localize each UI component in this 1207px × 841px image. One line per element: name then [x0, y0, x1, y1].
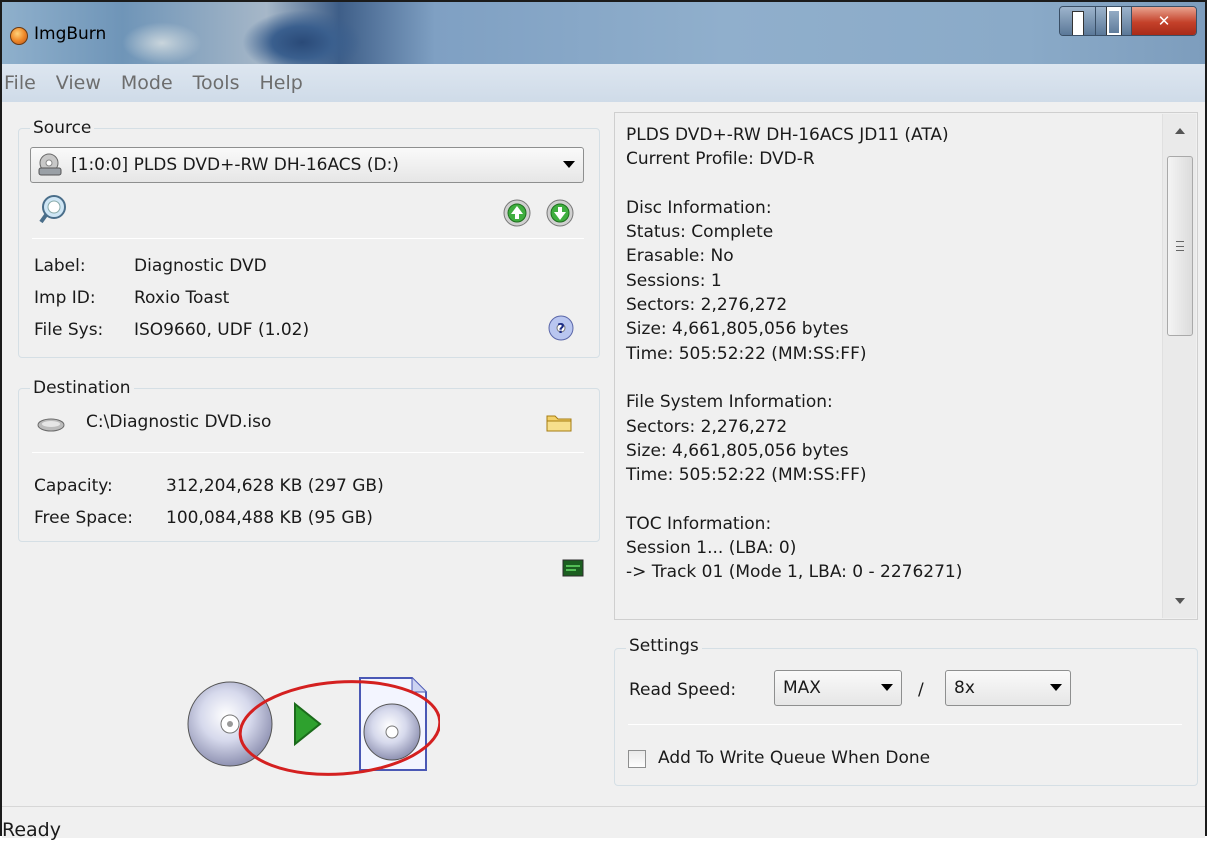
- window-controls: ✕: [1059, 6, 1197, 36]
- search-icon[interactable]: [38, 194, 70, 224]
- menu-tools[interactable]: Tools: [193, 72, 240, 94]
- chevron-down-icon: [563, 161, 575, 168]
- capacity-value: 312,204,628 KB (297 GB): [166, 476, 384, 496]
- info-line: Sectors: 2,276,272: [626, 416, 788, 437]
- source-disc-icon[interactable]: [187, 681, 273, 767]
- title-bar-decoration: [122, 22, 202, 64]
- hard-drive-icon: [37, 418, 65, 432]
- read-speed-value: MAX: [783, 678, 821, 698]
- add-to-queue-checkbox[interactable]: [628, 750, 646, 768]
- info-scrollbar[interactable]: [1162, 114, 1196, 618]
- source-title: Source: [30, 118, 95, 138]
- title-bar[interactable]: ImgBurn ✕: [2, 2, 1205, 64]
- disc-info-box[interactable]: PLDS DVD+-RW DH-16ACS JD11 (ATA) Current…: [614, 112, 1198, 620]
- info-line: Size: 4,661,805,056 bytes: [626, 319, 849, 340]
- info-line: Current Profile: DVD-R: [626, 149, 815, 170]
- scroll-down-icon[interactable]: [1175, 598, 1185, 604]
- label-value: Diagnostic DVD: [134, 256, 267, 276]
- info-line: PLDS DVD+-RW DH-16ACS JD11 (ATA): [626, 125, 949, 145]
- info-line: Disc Information:: [626, 197, 772, 218]
- window-title: ImgBurn: [34, 24, 107, 44]
- image-file-icon[interactable]: [359, 677, 427, 771]
- minimize-button[interactable]: [1060, 7, 1096, 35]
- imgburn-window: ImgBurn ✕ File View Mode Tools Help Sour…: [0, 0, 1207, 841]
- info-line: File System Information:: [626, 392, 833, 413]
- maximize-icon: [1105, 7, 1122, 35]
- optical-drive-icon: [38, 153, 62, 176]
- file-sys-value: ISO9660, UDF (1.02): [134, 320, 310, 340]
- menu-help[interactable]: Help: [259, 72, 302, 94]
- info-line: Size: 4,661,805,056 bytes: [626, 440, 849, 461]
- read-speed-select[interactable]: MAX: [774, 670, 902, 706]
- free-space-key: Free Space:: [34, 508, 134, 528]
- info-line: [626, 172, 962, 196]
- status-bar: Ready: [2, 806, 1205, 841]
- destination-title: Destination: [30, 378, 134, 398]
- arrow-down-icon[interactable]: [545, 198, 575, 228]
- source-drive-value: [1:0:0] PLDS DVD+-RW DH-16ACS (D:): [71, 155, 399, 175]
- file-sys-key: File Sys:: [34, 320, 104, 340]
- add-to-queue-label[interactable]: Add To Write Queue When Done: [658, 748, 930, 768]
- settings-divider: [628, 724, 1182, 725]
- maximize-button[interactable]: [1096, 7, 1132, 35]
- speed-multiplier-select[interactable]: 8x: [945, 670, 1071, 706]
- read-action-graphic: [187, 677, 440, 776]
- info-line: Erasable: No: [626, 246, 734, 267]
- folder-icon[interactable]: [545, 410, 573, 434]
- label-key: Label:: [34, 256, 86, 276]
- speed-multiplier-value: 8x: [954, 678, 975, 698]
- info-line: Sessions: 1: [626, 270, 722, 291]
- info-line: Status: Complete: [626, 222, 774, 243]
- destination-divider: [32, 452, 584, 453]
- play-icon[interactable]: [294, 701, 322, 747]
- scroll-thumb[interactable]: [1167, 156, 1193, 336]
- close-icon: ✕: [1157, 12, 1171, 30]
- menu-file[interactable]: File: [4, 72, 36, 94]
- menu-view[interactable]: View: [56, 72, 101, 94]
- free-space-value: 100,084,488 KB (95 GB): [166, 508, 373, 528]
- disc-info-text: PLDS DVD+-RW DH-16ACS JD11 (ATA) Current…: [626, 123, 962, 585]
- info-line: Session 1... (LBA: 0): [626, 538, 797, 559]
- read-speed-label: Read Speed:: [629, 680, 737, 700]
- status-text: Ready: [2, 819, 61, 841]
- log-window-icon[interactable]: [562, 559, 584, 577]
- info-line: [626, 487, 962, 511]
- destination-path[interactable]: C:\Diagnostic DVD.iso: [86, 412, 271, 432]
- info-line: Time: 505:52:22 (MM:SS:FF): [626, 465, 867, 486]
- info-line: -> Track 01 (Mode 1, LBA: 0 - 2276271): [626, 562, 963, 583]
- menu-mode[interactable]: Mode: [121, 72, 173, 94]
- capacity-key: Capacity:: [34, 476, 113, 496]
- imp-id-value: Roxio Toast: [134, 288, 230, 308]
- info-line: Sectors: 2,276,272: [626, 295, 788, 316]
- imp-id-key: Imp ID:: [34, 288, 96, 308]
- arrow-up-icon[interactable]: [502, 198, 532, 228]
- info-line: Time: 505:52:22 (MM:SS:FF): [626, 343, 867, 364]
- info-line: [626, 366, 962, 390]
- source-drive-select[interactable]: [1:0:0] PLDS DVD+-RW DH-16ACS (D:): [30, 147, 584, 183]
- svg-text:?: ?: [557, 322, 565, 337]
- scroll-up-icon[interactable]: [1175, 128, 1185, 134]
- close-button[interactable]: ✕: [1132, 7, 1196, 35]
- source-divider: [32, 238, 584, 239]
- imgburn-app-icon[interactable]: [10, 27, 28, 45]
- chevron-down-icon: [881, 684, 893, 691]
- speed-separator: /: [918, 680, 924, 700]
- grip-icon: [1176, 241, 1184, 251]
- title-bar-decoration: [242, 10, 362, 64]
- menu-bar: File View Mode Tools Help: [2, 64, 1205, 102]
- minimize-icon: [1071, 11, 1084, 35]
- chevron-down-icon: [1050, 684, 1062, 691]
- disc-info-icon[interactable]: ?: [547, 314, 575, 342]
- info-line: TOC Information:: [626, 513, 772, 534]
- settings-title: Settings: [626, 636, 702, 656]
